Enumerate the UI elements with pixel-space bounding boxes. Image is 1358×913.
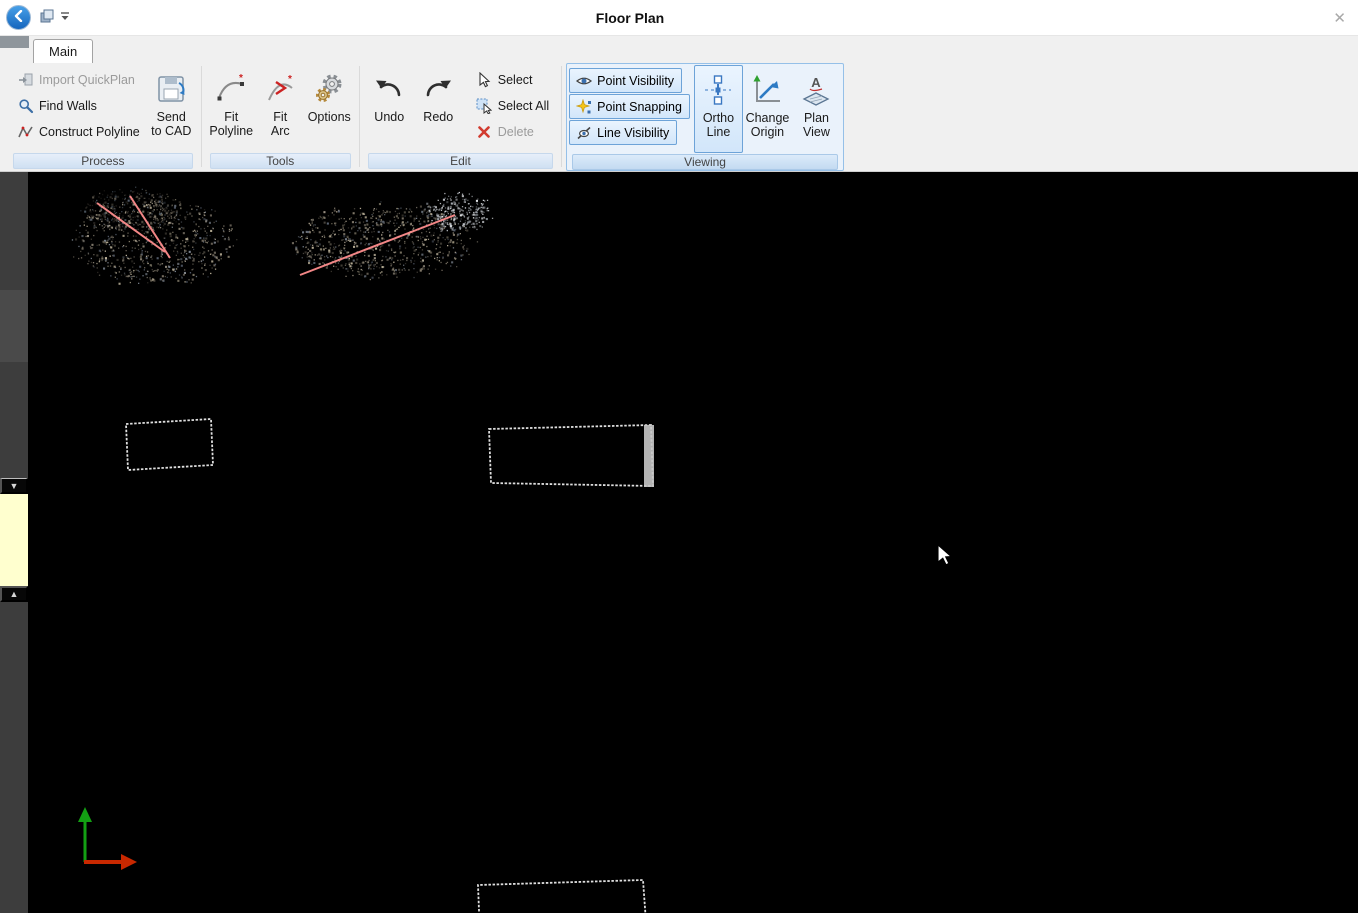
gears-icon <box>313 72 345 106</box>
page-title: Floor Plan <box>0 10 1260 26</box>
line-visibility-toggle[interactable]: Line Visibility <box>569 120 677 145</box>
ribbon-group-process: Import QuickPlan Find Walls <box>8 63 198 171</box>
select-all-button[interactable]: Select All <box>469 93 556 119</box>
send-to-cad-icon <box>155 72 187 106</box>
button-label: Find Walls <box>39 99 97 113</box>
group-label-viewing: Viewing <box>572 154 838 170</box>
red-x-icon <box>476 124 493 140</box>
button-label: Delete <box>498 125 534 139</box>
undo-button[interactable]: Undo <box>365 64 414 152</box>
layers-icon <box>39 8 55 27</box>
slider-track-segment <box>0 290 28 362</box>
ortho-line-button[interactable]: Ortho Line <box>694 65 743 153</box>
cursor-icon <box>476 72 493 88</box>
workspace: ▼ ▲ <box>0 172 1358 913</box>
button-label: Plan View <box>803 111 830 139</box>
group-separator <box>359 66 360 167</box>
find-walls-button[interactable]: Find Walls <box>10 93 147 119</box>
button-label: Ortho Line <box>703 111 734 139</box>
point-snapping-toggle[interactable]: Point Snapping <box>569 94 690 119</box>
tab-main[interactable]: Main <box>33 39 93 63</box>
button-label: Undo <box>374 110 404 124</box>
group-label-tools: Tools <box>210 153 351 169</box>
ribbon: Import QuickPlan Find Walls <box>0 63 1358 172</box>
fit-arc-button[interactable]: * Fit Arc <box>256 64 305 152</box>
button-label: Options <box>308 110 351 124</box>
svg-text:*: * <box>288 74 292 85</box>
ribbon-group-edit: Undo Redo <box>363 63 558 171</box>
close-button[interactable]: ✕ <box>1333 9 1346 27</box>
import-quickplan-button[interactable]: Import QuickPlan <box>10 67 147 93</box>
slider-down-button[interactable]: ▼ <box>0 478 28 494</box>
button-label: Import QuickPlan <box>39 73 135 87</box>
floor-plan-window: Floor Plan ✕ Main <box>0 0 1358 913</box>
group-separator <box>201 66 202 167</box>
redo-button[interactable]: Redo <box>414 64 463 152</box>
options-button[interactable]: Options <box>305 64 354 152</box>
button-label: Change Origin <box>746 111 790 139</box>
send-to-cad-button[interactable]: Send to CAD <box>147 64 196 152</box>
slider-up-button[interactable]: ▲ <box>0 586 28 602</box>
eye-icon <box>575 73 592 89</box>
button-label: Select All <box>498 99 549 113</box>
fit-polyline-icon: * <box>215 72 247 106</box>
undo-icon <box>373 72 405 106</box>
plan-view-icon: A <box>800 73 832 107</box>
button-label: Fit Polyline <box>209 110 253 138</box>
line-eye-icon <box>575 125 592 141</box>
quick-access-toolbar <box>39 8 70 27</box>
plan-canvas[interactable] <box>28 172 1358 913</box>
group-label-edit: Edit <box>368 153 553 169</box>
button-label: Select <box>498 73 533 87</box>
plan-view-button[interactable]: A Plan View <box>792 65 841 153</box>
import-quickplan-icon <box>17 72 34 88</box>
fit-polyline-button[interactable]: * Fit Polyline <box>207 64 256 152</box>
toggle-label: Line Visibility <box>597 126 669 140</box>
button-label: Fit Arc <box>271 110 290 138</box>
toggle-label: Point Snapping <box>597 100 682 114</box>
group-separator <box>561 66 562 167</box>
ortho-line-icon <box>702 73 734 107</box>
select-all-icon <box>476 98 493 114</box>
button-label: Send to CAD <box>151 110 191 138</box>
button-label: Construct Polyline <box>39 125 140 139</box>
save-layout-button[interactable] <box>39 8 55 27</box>
ribbon-group-viewing: Point Visibility Point Snapping <box>566 63 844 171</box>
magnifier-icon <box>17 98 34 114</box>
elevation-slider: ▼ ▲ <box>0 172 28 913</box>
construct-polyline-button[interactable]: Construct Polyline <box>10 119 147 145</box>
delete-button[interactable]: Delete <box>469 119 556 145</box>
slider-range-thumb[interactable] <box>0 494 28 586</box>
ribbon-group-tools: * Fit Polyline * Fit Arc <box>205 63 356 171</box>
tab-strip-corner <box>0 36 29 48</box>
button-label: Redo <box>423 110 453 124</box>
point-visibility-toggle[interactable]: Point Visibility <box>569 68 682 93</box>
redo-icon <box>422 72 454 106</box>
fit-arc-icon: * <box>264 72 296 106</box>
ribbon-tab-strip: Main <box>0 36 1358 63</box>
change-origin-icon <box>751 73 783 107</box>
svg-text:A: A <box>812 75 822 90</box>
snap-sparkle-icon <box>575 99 592 115</box>
change-origin-button[interactable]: Change Origin <box>743 65 792 153</box>
group-label-process: Process <box>13 153 193 169</box>
select-button[interactable]: Select <box>469 67 556 93</box>
toggle-label: Point Visibility <box>597 74 674 88</box>
title-bar: Floor Plan ✕ <box>0 0 1358 36</box>
svg-text:*: * <box>239 73 243 84</box>
polyline-icon <box>17 124 34 140</box>
chevron-down-icon <box>60 10 70 25</box>
point-cloud-scene <box>28 172 1358 913</box>
toolbar-options-button[interactable] <box>60 10 70 25</box>
